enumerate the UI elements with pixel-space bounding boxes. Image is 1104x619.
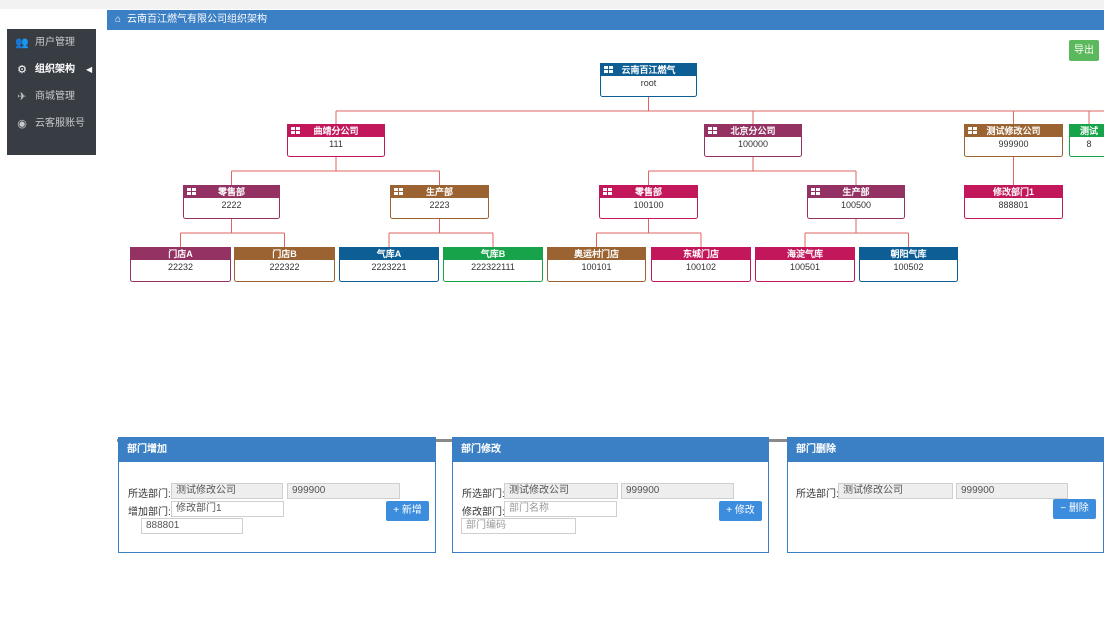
selected-dept-label: 所选部门:: [796, 489, 839, 500]
org-node-title: 云南百江燃气: [621, 64, 675, 75]
add-dept-label: 增加部门:: [128, 507, 171, 518]
org-node[interactable]: 海淀气库 100501: [755, 247, 855, 282]
org-node-code: 8: [1086, 139, 1091, 149]
org-node-code: root: [641, 78, 657, 88]
panel-title: 部门修改: [453, 438, 768, 462]
org-node-code: 2222: [221, 200, 241, 210]
org-node-code: 888801: [998, 200, 1028, 210]
org-node-title: 奥运村门店: [573, 248, 619, 259]
org-node[interactable]: 气库B 222322111: [443, 247, 543, 282]
org-node-code: 999900: [998, 139, 1028, 149]
org-node-code: 222322: [269, 262, 299, 272]
selected-dept-name-field: 测试修改公司: [838, 483, 953, 499]
org-node-code: 100101: [581, 262, 611, 272]
org-node-code: 100100: [633, 200, 663, 210]
org-node-code: 22232: [168, 262, 193, 272]
org-node[interactable]: 门店A 22232: [130, 247, 231, 282]
org-node[interactable]: 零售部 100100: [599, 185, 698, 219]
org-node-title: 修改部门1: [992, 186, 1034, 197]
edit-dept-name-input[interactable]: 部门名称: [504, 501, 617, 517]
org-chart: 云南百江燃气 root 曲靖分公司 111 北京分公司 100000 测试修改公司 99990…: [130, 63, 1104, 282]
org-node-code: 2223221: [371, 262, 406, 272]
org-node-title: 测试: [1080, 125, 1098, 136]
org-node[interactable]: 门店B 222322: [234, 247, 335, 282]
org-node-title: 门店B: [272, 248, 297, 259]
selected-dept-label: 所选部门:: [462, 489, 505, 500]
org-node-code: 100500: [841, 200, 871, 210]
add-department-panel: 部门增加 所选部门: 测试修改公司 999900 增加部门: 修改部门1 888…: [118, 437, 436, 553]
org-node-code: 111: [329, 139, 343, 149]
minus-icon: −: [1060, 503, 1067, 514]
org-node-title: 测试修改公司: [986, 125, 1040, 136]
org-node[interactable]: 气库A 2223221: [339, 247, 439, 282]
org-node-title: 生产部: [426, 186, 453, 197]
org-node[interactable]: 云南百江燃气 root: [600, 63, 697, 97]
org-node-title: 零售部: [634, 186, 662, 197]
org-node-title: 曲靖分公司: [313, 125, 358, 136]
add-button[interactable]: + 新增: [386, 501, 429, 521]
org-node-title: 朝阳气库: [890, 248, 926, 259]
org-node-code: 2223: [429, 200, 449, 210]
edit-department-panel: 部门修改 所选部门: 测试修改公司 999900 修改部门: 部门名称 部门编码…: [452, 437, 769, 553]
org-node-code: 100000: [738, 139, 768, 149]
org-node[interactable]: 零售部 2222: [183, 185, 280, 219]
org-node[interactable]: 测试修改公司 999900: [964, 124, 1063, 157]
org-node-code: 222322111: [471, 262, 515, 272]
edit-dept-code-input[interactable]: 部门编码: [461, 518, 576, 534]
selected-dept-name-field: 测试修改公司: [504, 483, 618, 499]
delete-department-panel: 部门删除 所选部门: 测试修改公司 999900 − 删除: [787, 437, 1104, 553]
panel-title: 部门增加: [119, 438, 435, 462]
plus-icon: +: [726, 505, 733, 516]
org-node[interactable]: 生产部 100500: [807, 185, 905, 219]
org-node-title: 生产部: [842, 186, 869, 197]
edit-button[interactable]: + 修改: [719, 501, 762, 521]
org-node[interactable]: 曲靖分公司 111: [287, 124, 385, 157]
selected-dept-name-field: 测试修改公司: [171, 483, 283, 499]
selected-dept-code-field: 999900: [287, 483, 400, 499]
org-node[interactable]: 东城门店 100102: [651, 247, 751, 282]
org-node[interactable]: 修改部门1 888801: [964, 185, 1063, 219]
org-node[interactable]: 奥运村门店 100101: [547, 247, 646, 282]
org-node-title: 北京分公司: [730, 125, 775, 136]
org-node-code: 100501: [790, 262, 820, 272]
selected-dept-code-field: 999900: [956, 483, 1068, 499]
org-node-title: 东城门店: [683, 248, 719, 259]
org-node[interactable]: 朝阳气库 100502: [859, 247, 958, 282]
org-node-title: 门店A: [168, 248, 193, 259]
new-dept-name-input[interactable]: 修改部门1: [171, 501, 284, 517]
selected-dept-code-field: 999900: [621, 483, 734, 499]
new-dept-code-input[interactable]: 888801: [141, 518, 243, 534]
plus-icon: +: [393, 505, 400, 516]
edit-button-label: 修改: [734, 505, 755, 516]
selected-dept-label: 所选部门:: [128, 489, 171, 500]
org-node-code: 100502: [893, 262, 923, 272]
add-button-label: 新增: [401, 505, 422, 516]
org-node-code: 100102: [686, 262, 716, 272]
edit-dept-label: 修改部门:: [462, 507, 505, 518]
org-node[interactable]: 测试 8: [1069, 124, 1104, 157]
delete-button[interactable]: − 删除: [1053, 499, 1096, 519]
panel-title: 部门删除: [788, 438, 1103, 462]
org-node-title: 海淀气库: [787, 248, 823, 259]
org-node-title: 零售部: [217, 186, 245, 197]
org-node-title: 气库B: [480, 248, 506, 259]
org-node-title: 气库A: [376, 248, 402, 259]
org-node[interactable]: 北京分公司 100000: [704, 124, 802, 157]
delete-button-label: 删除: [1068, 503, 1089, 514]
org-node[interactable]: 生产部 2223: [390, 185, 489, 219]
